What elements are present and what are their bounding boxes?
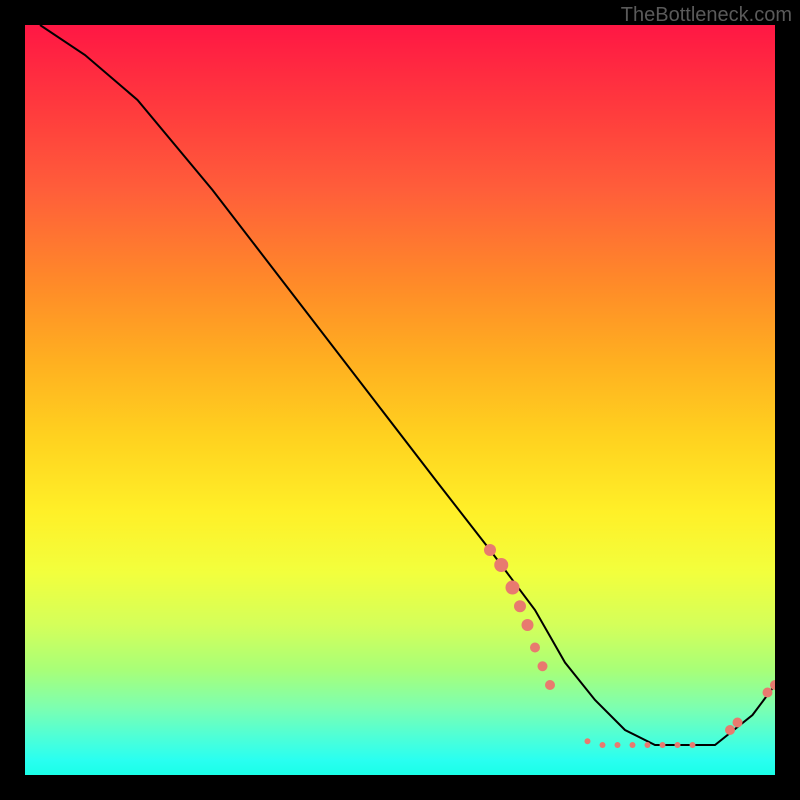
marker-dot bbox=[690, 742, 696, 748]
chart-svg bbox=[25, 25, 775, 775]
marker-dot bbox=[725, 725, 735, 735]
bottleneck-curve-line bbox=[40, 25, 775, 745]
marker-dot bbox=[645, 742, 651, 748]
marker-dot bbox=[530, 643, 540, 653]
marker-dot bbox=[763, 688, 773, 698]
marker-dot bbox=[615, 742, 621, 748]
marker-dot bbox=[630, 742, 636, 748]
chart-plot-area bbox=[25, 25, 775, 775]
marker-dot bbox=[506, 581, 520, 595]
marker-dot bbox=[522, 619, 534, 631]
marker-dot bbox=[484, 544, 496, 556]
marker-dot bbox=[538, 661, 548, 671]
marker-dot bbox=[770, 680, 775, 690]
marker-dot bbox=[545, 680, 555, 690]
marker-dot bbox=[675, 742, 681, 748]
marker-dot bbox=[494, 558, 508, 572]
marker-dot bbox=[585, 738, 591, 744]
marker-dot bbox=[514, 600, 526, 612]
marker-dot bbox=[733, 718, 743, 728]
marker-dot bbox=[600, 742, 606, 748]
marker-dot bbox=[660, 742, 666, 748]
marker-dots-group bbox=[484, 544, 775, 748]
watermark-text: TheBottleneck.com bbox=[621, 4, 792, 27]
